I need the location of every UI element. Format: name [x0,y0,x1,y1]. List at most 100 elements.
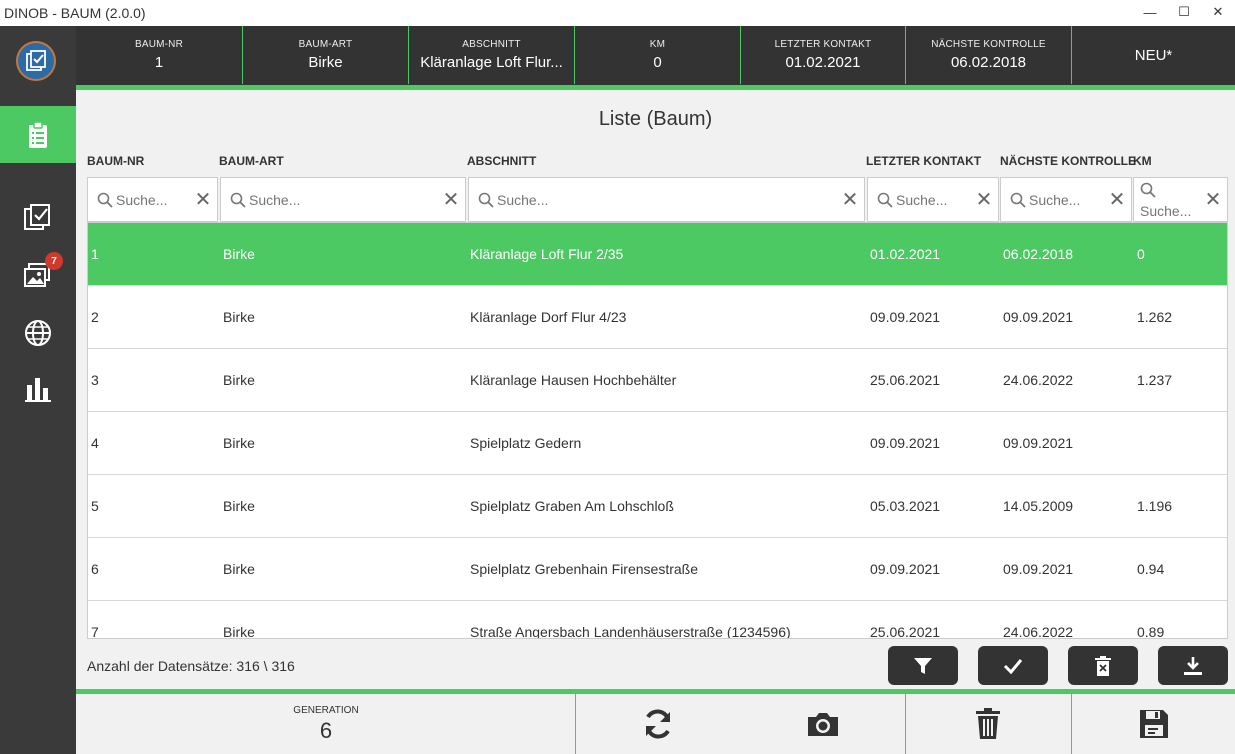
search-icon [1007,192,1029,208]
cell-baum-art: Birke [223,624,255,639]
sidebar-item-map[interactable] [0,308,76,358]
search-input-letzter-kontakt[interactable] [896,191,974,208]
table-row[interactable]: 4 Birke Spielplatz Gedern 09.09.2021 09.… [88,412,1227,475]
clipboard-list-icon [29,120,47,148]
header-value: 01.02.2021 [785,54,861,71]
search-input-naechste-kontrolle[interactable] [1029,191,1107,208]
photos-badge: 7 [45,252,63,270]
sidebar-item-list[interactable] [0,106,76,163]
header-baum-nr: BAUM-NR 1 [76,26,243,84]
cell-baum-art: Birke [223,372,255,388]
cell-km: 1.196 [1137,498,1173,514]
cell-baum-art: Birke [223,435,255,451]
cell-letzter-kontakt: 09.09.2021 [870,561,941,577]
sidebar-item-inspection[interactable] [0,192,76,242]
close-button[interactable]: ✕ [1201,0,1235,24]
sidebar: 7 [0,26,76,754]
search-input-baum-art[interactable] [249,191,441,208]
search-icon [475,192,497,208]
filter-baum-nr: ✕ [87,177,218,222]
cell-baum-nr: 5 [91,498,99,514]
column-header-abschnitt[interactable]: ABSCHNITT [467,154,536,168]
header-value: Birke [308,54,343,71]
save-button[interactable] [1134,706,1174,742]
title-bar: DINOB - BAUM (2.0.0) — ☐ ✕ [0,0,1235,26]
download-button[interactable] [1158,646,1228,685]
cell-km: 1.262 [1137,309,1173,325]
camera-button[interactable] [803,706,843,742]
cell-naechste-kontrolle: 24.06.2022 [1003,372,1074,388]
footer-divider [1071,694,1072,754]
header-label: KM [649,39,666,50]
table-row[interactable]: 7 Birke Straße Angersbach Landenhäuserst… [88,601,1227,639]
table-row[interactable]: 1 Birke Kläranlage Loft Flur 2/35 01.02.… [88,223,1227,286]
cell-abschnitt: Spielplatz Grebenhain Firensestraße [470,561,699,577]
delete-record-button[interactable] [1068,646,1138,685]
delete-button[interactable] [968,706,1008,742]
search-icon [874,192,896,208]
camera-icon [808,713,838,736]
app-logo-icon [26,50,46,71]
check-icon [1003,658,1023,674]
column-header-letzter-kontakt[interactable]: LETZTER KONTAKT [866,154,981,168]
checklist-icon [24,204,50,230]
header-letzter-kontakt: LETZTER KONTAKT 01.02.2021 [741,26,906,84]
download-icon [1184,656,1202,675]
refresh-icon [646,709,670,739]
filter-naechste-kontrolle: ✕ [1000,177,1132,222]
filter-baum-art: ✕ [220,177,466,222]
cell-baum-nr: 2 [91,309,99,325]
column-header-baum-nr[interactable]: BAUM-NR [87,154,144,168]
list-title: Liste (Baum) [598,108,713,130]
generation-label: GENERATION [293,704,359,716]
clear-icon[interactable]: ✕ [974,190,994,210]
confirm-button[interactable] [978,646,1048,685]
generation-display: GENERATION 6 [76,694,576,754]
filter-km: ✕ [1133,177,1228,222]
maximize-button[interactable]: ☐ [1167,0,1201,24]
globe-icon [25,320,51,346]
filter-button[interactable] [888,646,958,685]
generation-value: 6 [319,717,333,743]
window-title: DINOB - BAUM (2.0.0) [4,5,146,21]
footer-divider [905,694,906,754]
search-input-abschnitt[interactable] [497,191,840,208]
sidebar-item-statistics[interactable] [0,364,76,414]
table-row[interactable]: 6 Birke Spielplatz Grebenhain Firensestr… [88,538,1227,601]
column-header-baum-art[interactable]: BAUM-ART [219,154,284,168]
cell-naechste-kontrolle: 24.06.2022 [1003,624,1074,639]
search-icon [1140,182,1203,203]
search-input-baum-nr[interactable] [116,191,193,208]
clear-icon[interactable]: ✕ [193,190,213,210]
minimize-button[interactable]: — [1133,0,1167,24]
clear-icon[interactable]: ✕ [840,190,860,210]
app-logo[interactable] [16,41,56,81]
cell-baum-nr: 3 [91,372,99,388]
header-value: Kläranlage Loft Flur... [420,54,563,71]
column-header-naechste-kontrolle[interactable]: NÄCHSTE KONTROLLE [1000,154,1136,168]
column-header-km[interactable]: KM [1133,154,1152,168]
filter-letzter-kontakt: ✕ [867,177,999,222]
trash-icon [976,708,1000,739]
window-controls: — ☐ ✕ [1133,0,1235,26]
sidebar-item-photos[interactable]: 7 [0,250,76,300]
clear-icon[interactable]: ✕ [441,190,461,210]
header-value: 1 [154,54,164,71]
cell-letzter-kontakt: 25.06.2021 [870,624,941,639]
filter-abschnitt: ✕ [468,177,865,222]
header-baum-art: BAUM-ART Birke [243,26,409,84]
search-input-km[interactable] [1140,203,1200,219]
cell-naechste-kontrolle: 09.09.2021 [1003,309,1074,325]
header-label: NÄCHSTE KONTROLLE [931,39,1046,50]
cell-km: 0 [1137,246,1145,262]
record-header: BAUM-NR 1 BAUM-ART Birke ABSCHNITT Klära… [76,26,1235,86]
cell-baum-nr: 4 [91,435,99,451]
new-record-indicator[interactable]: NEU* [1072,26,1235,84]
clear-icon[interactable]: ✕ [1107,190,1127,210]
table-row[interactable]: 3 Birke Kläranlage Hausen Hochbehälter 2… [88,349,1227,412]
cell-baum-nr: 1 [91,246,99,262]
clear-icon[interactable]: ✕ [1203,190,1223,210]
table-row[interactable]: 2 Birke Kläranlage Dorf Flur 4/23 09.09.… [88,286,1227,349]
sync-button[interactable] [638,706,678,742]
table-row[interactable]: 5 Birke Spielplatz Graben Am Lohschloß 0… [88,475,1227,538]
